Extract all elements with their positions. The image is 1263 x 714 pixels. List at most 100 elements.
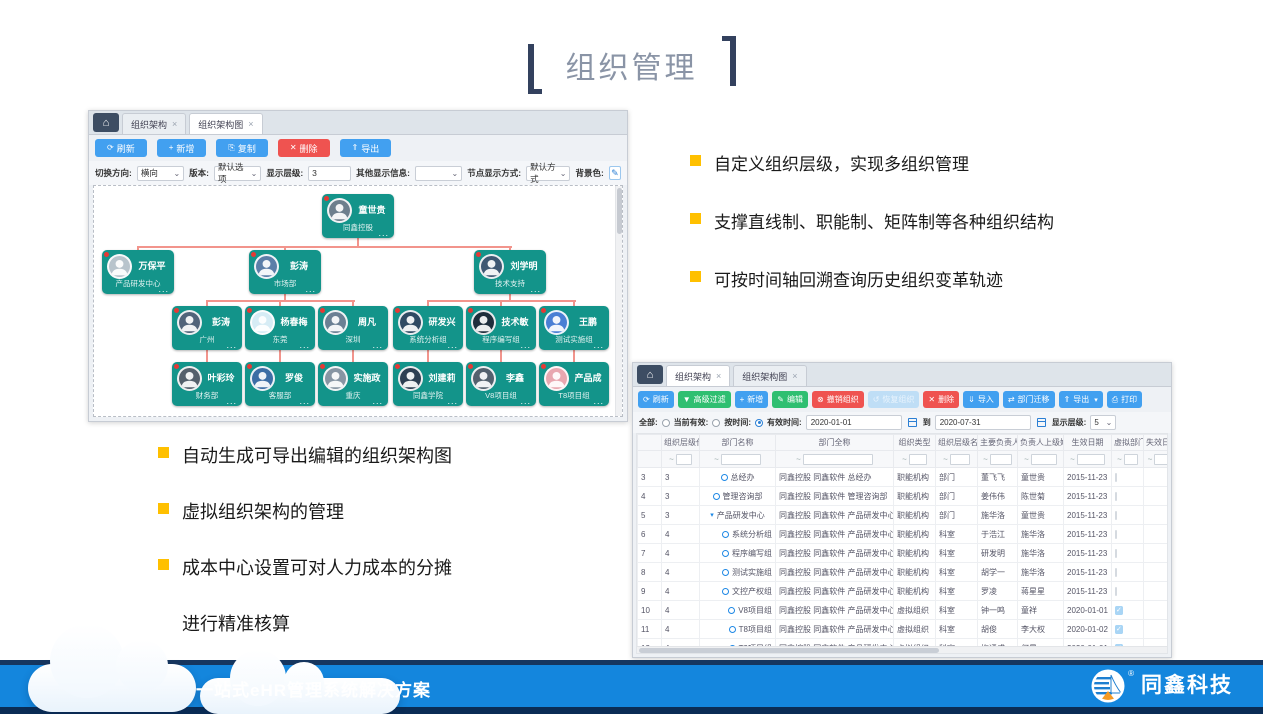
more-icon[interactable]: ... bbox=[372, 341, 383, 350]
radio-button[interactable] bbox=[662, 419, 670, 427]
close-icon[interactable]: × bbox=[248, 119, 253, 129]
org-circle-icon[interactable] bbox=[721, 474, 728, 481]
org-circle-icon[interactable] bbox=[722, 588, 729, 595]
filter-select[interactable]: 默认选项⌄ bbox=[214, 166, 261, 181]
column-filter-input[interactable] bbox=[1154, 454, 1168, 465]
more-icon[interactable]: ... bbox=[520, 341, 531, 350]
more-icon[interactable]: ... bbox=[305, 285, 316, 294]
column-filter-input[interactable] bbox=[1031, 454, 1057, 465]
virtual-checkbox[interactable] bbox=[1115, 530, 1117, 539]
more-icon[interactable]: ... bbox=[593, 341, 604, 350]
copy-button[interactable]: ⎘复制 bbox=[216, 139, 267, 157]
org-node[interactable]: 李鑫V8项目组... bbox=[466, 362, 536, 406]
org-node[interactable]: 产品成T8项目组... bbox=[539, 362, 609, 406]
calendar-icon[interactable] bbox=[908, 418, 917, 427]
filter-select[interactable]: 横向⌄ bbox=[137, 166, 184, 181]
column-filter-input[interactable] bbox=[909, 454, 927, 465]
column-header[interactable]: 部门全称 bbox=[776, 435, 894, 451]
background-color-button[interactable]: ✎ bbox=[609, 166, 621, 180]
table-row[interactable]: 33总经办同鑫控股 同鑫软件 总经办职能机构部门董飞飞童世贵2015-11-23 bbox=[638, 468, 1169, 487]
plus-button[interactable]: +新增 bbox=[157, 139, 207, 157]
tab-org-chart[interactable]: 组织架构图 × bbox=[189, 113, 262, 134]
scrollbar-thumb[interactable] bbox=[617, 188, 622, 234]
radio-button[interactable] bbox=[712, 419, 720, 427]
virtual-checkbox[interactable] bbox=[1115, 568, 1117, 577]
column-filter-input[interactable] bbox=[990, 454, 1012, 465]
org-circle-icon[interactable] bbox=[728, 607, 735, 614]
virtual-checkbox[interactable] bbox=[1115, 587, 1117, 596]
table-row[interactable]: 74程序编写组同鑫控股 同鑫软件 产品研发中心 程序编写组职能机构科室研发明施华… bbox=[638, 544, 1169, 563]
column-filter-input[interactable] bbox=[1077, 454, 1105, 465]
org-node[interactable]: 彭涛广州... bbox=[172, 306, 242, 350]
org-node[interactable]: 实施政重庆... bbox=[318, 362, 388, 406]
import-button[interactable]: ⇓导入 bbox=[963, 391, 999, 408]
virtual-checkbox[interactable] bbox=[1115, 511, 1117, 520]
table-row[interactable]: 53▾产品研发中心同鑫控股 同鑫软件 产品研发中心职能机构部门施华洛童世贵201… bbox=[638, 506, 1169, 525]
virtual-checkbox[interactable] bbox=[1115, 473, 1117, 482]
table-row[interactable]: 94文控产权组同鑫控股 同鑫软件 产品研发中心 文控产权组职能机构科室罗凌蒋星星… bbox=[638, 582, 1169, 601]
org-circle-icon[interactable] bbox=[722, 569, 729, 576]
org-node[interactable]: 杨春梅东莞... bbox=[245, 306, 315, 350]
org-node[interactable]: 刘建莉同鑫学院... bbox=[393, 362, 463, 406]
revoke-button[interactable]: ⊗撤销组织 bbox=[812, 391, 864, 408]
vertical-scrollbar[interactable] bbox=[615, 186, 622, 416]
table-row[interactable]: 104V8项目组同鑫控股 同鑫软件 产品研发中心 V8项目组虚拟组织科室钟一鸣童… bbox=[638, 601, 1169, 620]
more-icon[interactable]: ... bbox=[447, 341, 458, 350]
org-circle-icon[interactable] bbox=[722, 531, 729, 538]
table-row[interactable]: 43管理咨询部同鑫控股 同鑫软件 管理咨询部职能机构部门姜伟伟陈世菊2015-1… bbox=[638, 487, 1169, 506]
virtual-checkbox[interactable]: ✓ bbox=[1115, 625, 1123, 634]
org-circle-icon[interactable] bbox=[722, 550, 729, 557]
edit-button[interactable]: ✎编辑 bbox=[772, 391, 808, 408]
column-header[interactable]: 组织类型 bbox=[894, 435, 936, 451]
column-filter-input[interactable] bbox=[721, 454, 761, 465]
org-node[interactable]: 技术敏程序编写组... bbox=[466, 306, 536, 350]
org-node[interactable]: 周凡深圳... bbox=[318, 306, 388, 350]
more-icon[interactable]: ... bbox=[372, 397, 383, 406]
virtual-checkbox[interactable]: ✓ bbox=[1115, 606, 1123, 615]
column-filter-input[interactable] bbox=[676, 454, 692, 465]
horizontal-scrollbar[interactable] bbox=[637, 646, 1167, 653]
export-button[interactable]: ⇑导出▾ bbox=[1059, 391, 1103, 408]
more-icon[interactable]: ... bbox=[226, 397, 237, 406]
org-node[interactable]: 叶彩玲财务部... bbox=[172, 362, 242, 406]
more-icon[interactable]: ... bbox=[593, 397, 604, 406]
delete-button[interactable]: ✕删除 bbox=[278, 139, 330, 157]
close-icon[interactable]: × bbox=[792, 371, 797, 381]
date-from-input[interactable]: 2020-01-01 bbox=[806, 415, 902, 430]
more-icon[interactable]: ... bbox=[378, 229, 389, 238]
org-node[interactable]: 万保平产品研发中心... bbox=[102, 250, 174, 294]
tab-org-structure[interactable]: 组织架构 × bbox=[666, 365, 730, 386]
virtual-checkbox[interactable] bbox=[1115, 549, 1117, 558]
plus-button[interactable]: +新增 bbox=[735, 391, 769, 408]
table-row[interactable]: 64系统分析组同鑫控股 同鑫软件 产品研发中心 系统分析组职能机构科室于浩江施华… bbox=[638, 525, 1169, 544]
refresh-button[interactable]: ⟳刷新 bbox=[638, 391, 674, 408]
column-header[interactable]: 组织层级名称 bbox=[936, 435, 978, 451]
org-circle-icon[interactable] bbox=[713, 493, 720, 500]
column-header[interactable]: 负责人上级姓名 bbox=[1018, 435, 1064, 451]
column-header[interactable]: 失效日期 bbox=[1144, 435, 1169, 451]
org-node[interactable]: 彭涛市场部... bbox=[249, 250, 321, 294]
display-level-select[interactable]: 5⌄ bbox=[1090, 415, 1116, 430]
org-node[interactable]: 罗俊客服部... bbox=[245, 362, 315, 406]
org-node[interactable]: 研发兴系统分析组... bbox=[393, 306, 463, 350]
org-node[interactable]: 刘学明技术支持... bbox=[474, 250, 546, 294]
tab-org-chart[interactable]: 组织架构图 × bbox=[733, 365, 806, 386]
refresh-button[interactable]: ⟳刷新 bbox=[95, 139, 147, 157]
filter-button[interactable]: ▼高级过滤 bbox=[678, 391, 731, 408]
column-header[interactable]: 组织层级代码 bbox=[662, 435, 700, 451]
column-filter-input[interactable] bbox=[803, 454, 873, 465]
radio-button[interactable] bbox=[755, 419, 763, 427]
date-to-input[interactable]: 2020-07-31 bbox=[935, 415, 1031, 430]
delete-button[interactable]: ✕删除 bbox=[923, 391, 959, 408]
more-icon[interactable]: ... bbox=[158, 285, 169, 294]
table-row[interactable]: 84测试实施组同鑫控股 同鑫软件 产品研发中心 测试实施组职能机构科室胡学一施华… bbox=[638, 563, 1169, 582]
org-node[interactable]: 王鹏测试实施组... bbox=[539, 306, 609, 350]
org-circle-icon[interactable] bbox=[729, 626, 736, 633]
column-filter-input[interactable] bbox=[950, 454, 970, 465]
org-node[interactable]: 童世贵同鑫控股... bbox=[322, 194, 394, 238]
calendar-icon[interactable] bbox=[1037, 418, 1046, 427]
move-button[interactable]: ⇄部门迁移 bbox=[1003, 391, 1055, 408]
expand-caret-icon[interactable]: ▾ bbox=[710, 511, 714, 519]
scrollbar-thumb[interactable] bbox=[639, 648, 939, 653]
more-icon[interactable]: ... bbox=[299, 341, 310, 350]
